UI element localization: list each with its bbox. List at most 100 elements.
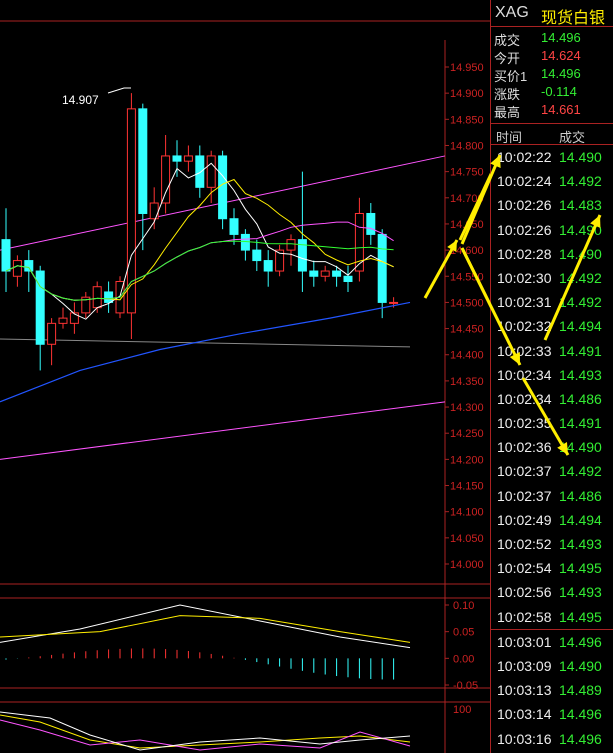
quote-panel: XAG 现货白银 成交 14.496 今开 14.624 买价1 14.496 涨跌 -0.1… <box>490 0 613 753</box>
candle-body <box>309 270 319 277</box>
price-tick-label: 14.150 <box>450 481 484 493</box>
price-tick-label: 14.300 <box>450 402 484 414</box>
trade-row[interactable]: 10:02:35 14.491 <box>491 411 613 435</box>
trade-time: 10:03:01 <box>497 633 552 650</box>
candle-body <box>172 155 182 162</box>
quote-header: XAG 现货白银 <box>491 0 613 27</box>
trade-row[interactable]: 10:02:30 14.492 <box>491 266 613 290</box>
trade-row[interactable]: 10:03:01 14.496 <box>491 630 613 654</box>
trade-price: 14.490 <box>559 245 602 262</box>
trade-time: 10:03:09 <box>497 657 552 674</box>
trade-row[interactable]: 10:02:31 14.492 <box>491 290 613 314</box>
trade-row[interactable]: 10:02:28 14.490 <box>491 242 613 266</box>
symbol-code: XAG <box>495 4 529 21</box>
trade-time: 10:02:37 <box>497 463 552 480</box>
trade-row[interactable]: 10:03:16 14.496 <box>491 727 613 751</box>
ma20-line <box>5 221 394 301</box>
trade-row[interactable]: 10:02:54 14.495 <box>491 556 613 580</box>
trade-time: 10:02:31 <box>497 294 552 311</box>
trade-price: 14.492 <box>559 294 602 311</box>
trade-row[interactable]: 10:02:36 14.490 <box>491 435 613 459</box>
candle-body <box>240 233 250 251</box>
price-tick-label: 14.200 <box>450 454 484 466</box>
candle-body <box>69 312 79 324</box>
price-tick-label: 14.950 <box>450 62 484 74</box>
trade-row[interactable]: 10:02:49 14.494 <box>491 508 613 532</box>
trade-price: 14.494 <box>559 511 602 528</box>
trade-price: 14.486 <box>559 390 602 407</box>
ma60-line <box>0 301 411 403</box>
candle-body <box>12 260 22 277</box>
trade-price: 14.483 <box>559 197 602 214</box>
trade-row[interactable]: 10:02:32 14.494 <box>491 314 613 338</box>
price-tick-label: 14.250 <box>450 428 484 440</box>
price-tick-label: 14.900 <box>450 88 484 100</box>
trade-time: 10:02:34 <box>497 366 552 383</box>
trade-row[interactable]: 10:03:09 14.490 <box>491 654 613 678</box>
quote-info-value: -0.114 <box>541 84 577 99</box>
trade-row[interactable]: 10:02:26 14.490 <box>491 218 613 242</box>
trade-price: 14.494 <box>559 318 602 335</box>
candle-body <box>320 270 330 277</box>
trade-row[interactable]: 10:03:13 14.489 <box>491 678 613 702</box>
kdj-tick-label: 100 <box>453 704 471 716</box>
quote-info-value: 14.496 <box>541 30 581 45</box>
trade-time: 10:03:14 <box>497 706 552 723</box>
trades-time-header: 时间 <box>496 130 523 145</box>
trade-price: 14.492 <box>559 173 602 190</box>
trade-price: 14.493 <box>559 584 602 601</box>
trade-price: 14.495 <box>559 560 602 577</box>
trade-price: 14.490 <box>559 149 602 165</box>
trade-time: 10:02:56 <box>497 584 552 601</box>
trades-list[interactable]: 10:02:22 14.490 10:02:24 14.492 10:02:26 14.4… <box>491 145 613 751</box>
kdj-k-line <box>0 714 411 749</box>
candle-body <box>286 239 296 251</box>
trade-row[interactable]: 10:02:37 14.492 <box>491 459 613 483</box>
candle-body <box>1 239 11 272</box>
trade-row[interactable]: 10:02:22 14.490 <box>491 145 613 169</box>
price-tick-label: 14.450 <box>450 324 484 336</box>
trade-price: 14.496 <box>559 706 602 723</box>
quote-info-value: 14.496 <box>541 66 581 81</box>
macd-tick-label: 0.05 <box>453 627 474 639</box>
trade-row[interactable]: 10:02:37 14.486 <box>491 484 613 508</box>
candle-body <box>58 317 68 324</box>
trade-price: 14.496 <box>559 633 602 650</box>
trade-time: 10:02:24 <box>497 173 552 190</box>
trade-price: 14.486 <box>559 487 602 504</box>
quote-info-row: 最高 14.661 <box>491 101 613 120</box>
macd-tick-label: -0.05 <box>453 680 478 692</box>
candle-body <box>138 108 148 214</box>
trade-row[interactable]: 10:02:56 14.493 <box>491 580 613 604</box>
price-chart[interactable]: 14.95014.90014.85014.80014.75014.70014.6… <box>0 0 490 753</box>
trade-time: 10:02:30 <box>497 269 552 286</box>
quote-info: 成交 14.496 今开 14.624 买价1 14.496 涨跌 -0.114 最高 14.66… <box>491 27 613 124</box>
kdj-d-line <box>0 719 411 751</box>
trade-row[interactable]: 10:02:58 14.495 <box>491 605 613 629</box>
trade-price: 14.496 <box>559 730 602 747</box>
trade-row[interactable]: 10:02:52 14.493 <box>491 532 613 556</box>
price-tick-label: 14.400 <box>450 350 484 362</box>
trade-row[interactable]: 10:02:34 14.486 <box>491 387 613 411</box>
macd-tick-label: 0.00 <box>453 653 474 665</box>
macd-dif-line <box>0 604 411 649</box>
trade-row[interactable]: 10:02:33 14.491 <box>491 339 613 363</box>
trade-row[interactable]: 10:02:26 14.483 <box>491 193 613 217</box>
channel-lower-line <box>0 401 446 460</box>
trades-header: 时间 成交 <box>491 124 613 145</box>
price-tick-label: 14.500 <box>450 297 484 309</box>
trade-time: 10:02:26 <box>497 197 552 214</box>
trade-price: 14.491 <box>559 342 602 359</box>
candle-body <box>343 275 353 282</box>
candle-body <box>24 260 34 272</box>
high-annotation-leader <box>107 87 131 94</box>
trade-row[interactable]: 10:02:34 14.493 <box>491 363 613 387</box>
trade-time: 10:02:26 <box>497 221 552 238</box>
macd-tick-label: 0.10 <box>453 600 474 612</box>
price-tick-label: 14.350 <box>450 376 484 388</box>
price-tick-label: 14.800 <box>450 140 484 152</box>
trade-row[interactable]: 10:03:14 14.496 <box>491 702 613 726</box>
candle-body <box>332 270 342 277</box>
trade-row[interactable]: 10:02:24 14.492 <box>491 169 613 193</box>
price-tick-label: 14.050 <box>450 533 484 545</box>
